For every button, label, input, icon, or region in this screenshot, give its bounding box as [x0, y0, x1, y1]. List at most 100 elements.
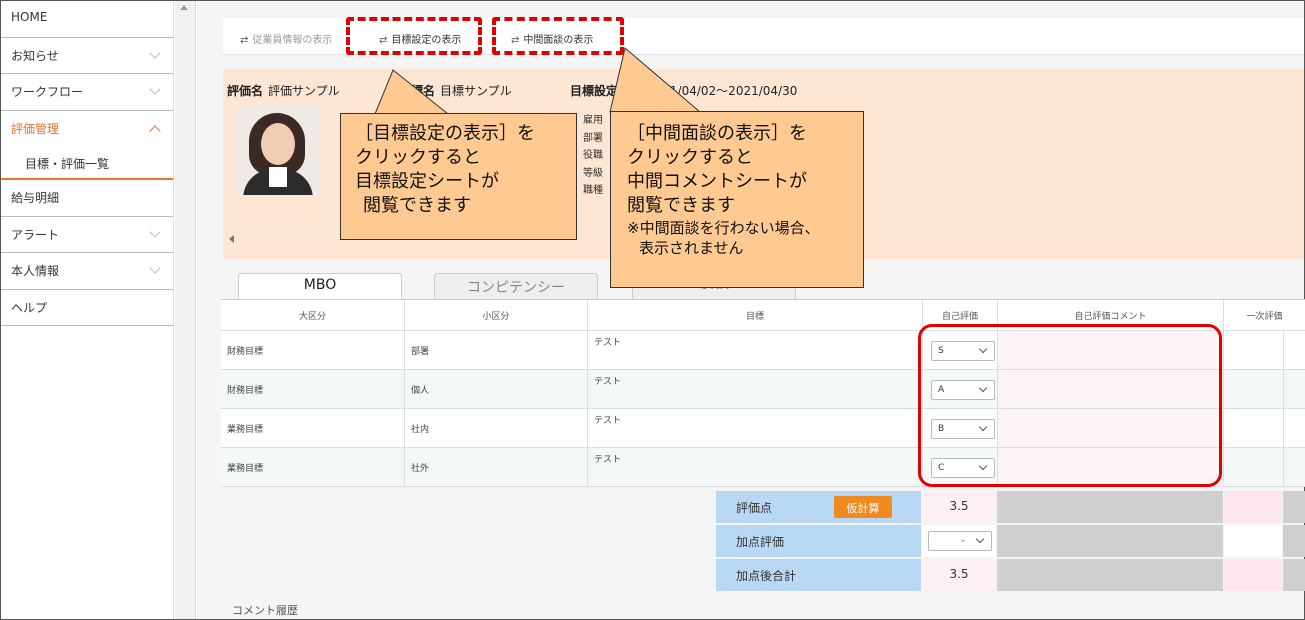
score-extra-cell [1283, 491, 1305, 523]
sidebar-item-help[interactable]: ヘルプ [1, 290, 173, 326]
header-goal: 目標 [587, 300, 922, 330]
chevron-down-icon [149, 46, 161, 59]
score-value: 3.5 [922, 491, 996, 523]
info-label: 等級 [583, 167, 603, 179]
sidebar-item-label: HOME [11, 10, 48, 24]
eval-name-label: 評価名 [227, 84, 264, 98]
highlight-goal-tab [346, 17, 482, 55]
goal-period: 目標設定期間 2021/04/02～2021/04/30 [570, 82, 797, 99]
cell-minor: 社内 [404, 409, 587, 447]
cell-first-eval-extra [1283, 331, 1305, 369]
sidebar-item-label: ワークフロー [11, 85, 84, 99]
evaluation-table: 大区分 小区分 目標 自己評価 自己評価コメント 一次評価 財務目標 部署 テス… [221, 299, 1305, 487]
cell-first-eval-extra [1283, 409, 1305, 447]
cell-goal: テスト [587, 370, 922, 408]
tab-employee-info[interactable]: ⇄ 従業員情報の表示 [240, 31, 332, 46]
cell-major: 財務目標 [227, 347, 264, 357]
tab-label: コンピテンシー [467, 280, 565, 296]
midterm-callout: ［中間面談の表示］を クリックすると 中間コメントシートが 閲覧できます ※中間… [610, 111, 864, 288]
cell-goal: テスト [587, 409, 922, 447]
eval-name-value: 評価サンプル [268, 84, 340, 98]
goal-name-label: 目標名 [399, 84, 436, 98]
scroll-up-arrow-icon[interactable] [180, 5, 188, 10]
comment-history-heading: コメント履歴 [232, 604, 298, 617]
sidebar-item-label: アラート [11, 227, 60, 242]
info-label: 部署 [583, 132, 603, 144]
callout-line: ［目標設定の表示］を [355, 123, 535, 144]
callout-note-line: 表示されません [639, 239, 744, 257]
total-label: 加点後合計 [716, 559, 921, 591]
callout-line: 閲覧できます [627, 195, 735, 216]
sidebar-item-home[interactable]: HOME [1, 1, 173, 38]
cell-major: 財務目標 [227, 386, 264, 396]
bonus-first-eval-cell [1224, 525, 1282, 557]
sidebar-item-evaluation[interactable]: 評価管理 [1, 111, 173, 148]
sidebar-item-profile[interactable]: 本人情報 [1, 253, 173, 290]
score-first-eval-cell [1224, 491, 1282, 523]
sidebar-item-label: お知らせ [11, 48, 59, 63]
swap-icon: ⇄ [240, 35, 249, 46]
employee-info-labels: 雇用 部署 役職 等級 職種 [583, 112, 603, 200]
sidebar-item-news[interactable]: お知らせ [1, 38, 173, 74]
callout-line: クリックすると [627, 147, 753, 168]
chevron-up-icon [149, 124, 161, 137]
sidebar-item-label: 給与明細 [11, 191, 60, 205]
sidebar-item-payslip[interactable]: 給与明細 [1, 180, 173, 217]
cell-goal: テスト [587, 448, 922, 486]
cell-first-eval [1223, 409, 1283, 447]
header-minor: 小区分 [404, 300, 587, 330]
goal-period-value: 2021/04/02～2021/04/30 [647, 84, 798, 98]
sidebar-item-workflow[interactable]: ワークフロー [1, 74, 173, 111]
cell-first-eval-extra [1283, 448, 1305, 486]
info-label: 職種 [583, 185, 603, 196]
sidebar-item-alert[interactable]: アラート [1, 217, 173, 253]
sidebar-scrollbar[interactable] [175, 1, 196, 619]
callout-line: 中間コメントシートが [627, 171, 807, 192]
total-extra-cell [1283, 559, 1305, 591]
info-label: 雇用 [583, 115, 603, 126]
tab-label: 従業員情報の表示 [252, 35, 333, 46]
callout-line: 目標設定シートが [355, 171, 499, 192]
cell-first-eval [1223, 331, 1283, 369]
provisional-calc-button[interactable]: 仮計算 [834, 496, 892, 518]
sidebar-item-label: ヘルプ [11, 300, 48, 315]
bonus-select[interactable]: - [928, 531, 992, 551]
bonus-comment-cell [997, 525, 1223, 557]
goal-name-value: 目標サンプル [440, 84, 512, 98]
callout-line: クリックすると [355, 147, 481, 168]
chevron-down-icon [149, 83, 161, 95]
cell-first-eval [1223, 448, 1283, 486]
tab-competency[interactable]: コンピテンシー [434, 273, 598, 299]
callout-line: ［中間面談の表示］を [627, 123, 807, 144]
sidebar-item-label: 本人情報 [11, 264, 60, 278]
cell-goal: テスト [587, 331, 922, 369]
sidebar-subitem-goal-list[interactable]: 目標・評価一覧 [1, 147, 173, 180]
cell-major: 業務目標 [227, 464, 264, 474]
sidebar-item-label: 評価管理 [11, 121, 60, 136]
tab-mbo[interactable]: MBO [238, 273, 402, 299]
sidebar-subitem-label: 目標・評価一覧 [25, 157, 110, 171]
bonus-cell: - [922, 525, 996, 557]
info-label: 役職 [583, 150, 603, 161]
bonus-extra-cell [1283, 525, 1305, 557]
highlight-midterm-tab [492, 17, 624, 55]
chevron-down-icon [149, 262, 161, 274]
avatar [235, 105, 320, 195]
scroll-left-arrow-icon[interactable] [229, 235, 234, 243]
callout-line: 閲覧できます [363, 195, 471, 216]
header-first-eval: 一次評価 [1223, 300, 1305, 330]
bonus-label: 加点評価 [716, 525, 921, 557]
cell-first-eval [1223, 370, 1283, 408]
tab-label: MBO [303, 277, 337, 293]
goal-period-label: 目標設定期間 [570, 84, 643, 98]
chevron-down-icon [975, 534, 985, 544]
total-value: 3.5 [922, 559, 996, 591]
highlight-self-eval-area [918, 324, 1222, 487]
select-value: - [961, 536, 965, 546]
sidebar: HOME お知らせ ワークフロー 評価管理 目標・評価一覧 給与明細 アラート … [1, 1, 174, 619]
chevron-down-icon [149, 225, 161, 238]
cell-major: 業務目標 [227, 425, 264, 435]
total-comment-cell [997, 559, 1223, 591]
eval-name: 評価名 評価サンプル [227, 82, 340, 99]
cell-minor: 社外 [404, 448, 587, 486]
